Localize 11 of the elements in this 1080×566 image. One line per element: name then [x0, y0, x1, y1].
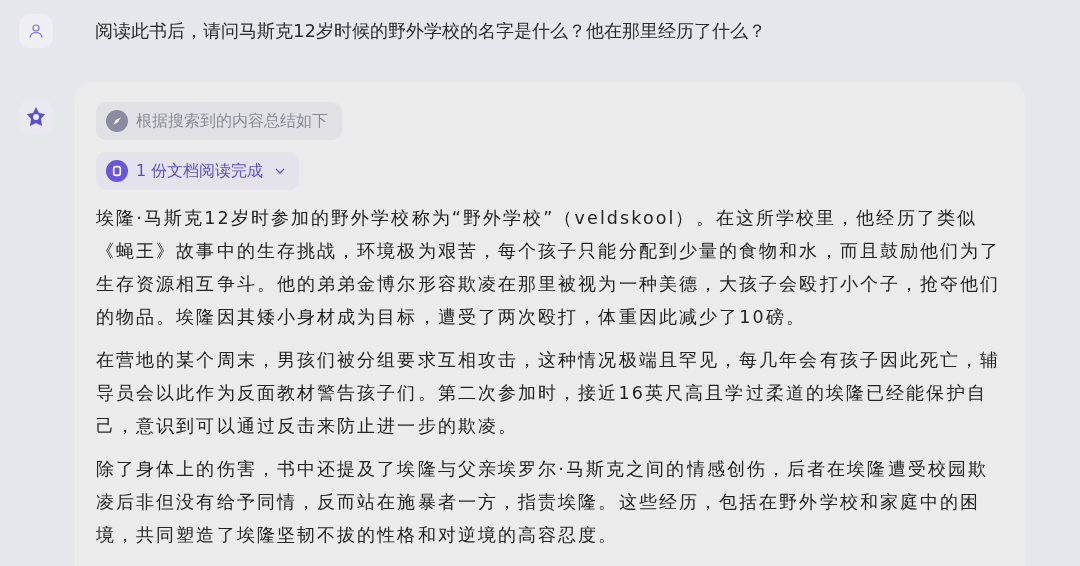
user-question: 阅读此书后，请问马斯克12岁时候的野外学校的名字是什么？他在那里经历了什么？: [95, 19, 766, 43]
search-summary-label: 根据搜索到的内容总结如下: [136, 110, 328, 132]
document-icon: [106, 160, 128, 182]
answer-paragraph: 埃隆·马斯克12岁时参加的野外学校称为“野外学校”（veldskool）。在这所学校里，他经历了类似《蝇王》故事中的生存挑战，环境极为艰苦，每个孩子只能分配到少量的食物和水，而且鼓励他们为了生存资源相互争斗。他的弟弟金博尔形容欺凌在那里被视为一种美德，大孩子会殴打小个子，抢夺他们的物品。埃隆因其矮小身材成为目标，遭受了两次殴打，体重因此减少了10磅。: [96, 207, 1002, 329]
user-avatar-icon: [19, 14, 53, 48]
chevron-down-icon: [275, 168, 286, 174]
documents-read-button[interactable]: 1 份文档阅读完成: [96, 152, 300, 190]
compass-icon: [106, 110, 128, 132]
answer-paragraph: 在营地的某个周末，男孩们被分组要求互相攻击，这种情况极端且罕见，每几年会有孩子因此死亡，辅导员会以此作为反面教材警告孩子们。第二次参加时，接近16英尺高且学过柔道的埃隆已经能保护自己，意识到可以通过反击来防止进一步的欺凌。: [96, 349, 1002, 438]
answer-paragraph: 除了身体上的伤害，书中还提及了埃隆与父亲埃罗尔·马斯克之间的情感创伤，后者在埃隆遭受校园欺凌后非但没有给予同情，反而站在施暴者一方，指责埃隆。这些经历，包括在野外学校和家庭中的困境，共同塑造了埃隆坚韧不拔的性格和对逆境的高容忍度。: [96, 458, 990, 547]
assistant-logo-icon: [19, 100, 53, 134]
